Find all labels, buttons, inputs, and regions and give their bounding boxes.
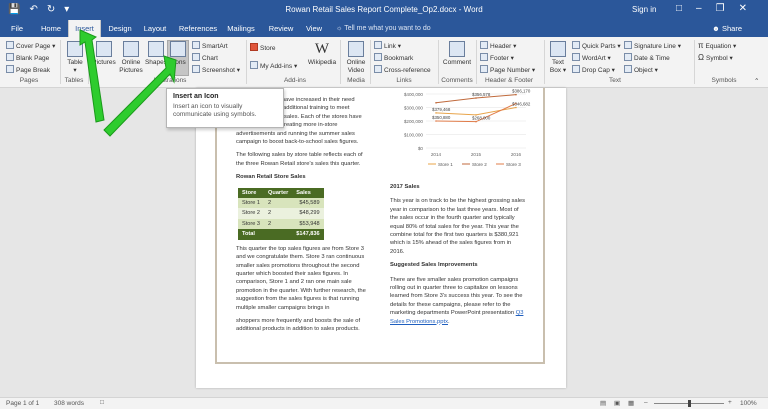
green-arrow-insert-tab	[79, 29, 105, 123]
green-arrow-icons	[103, 55, 177, 137]
annotation-arrows	[79, 29, 177, 137]
